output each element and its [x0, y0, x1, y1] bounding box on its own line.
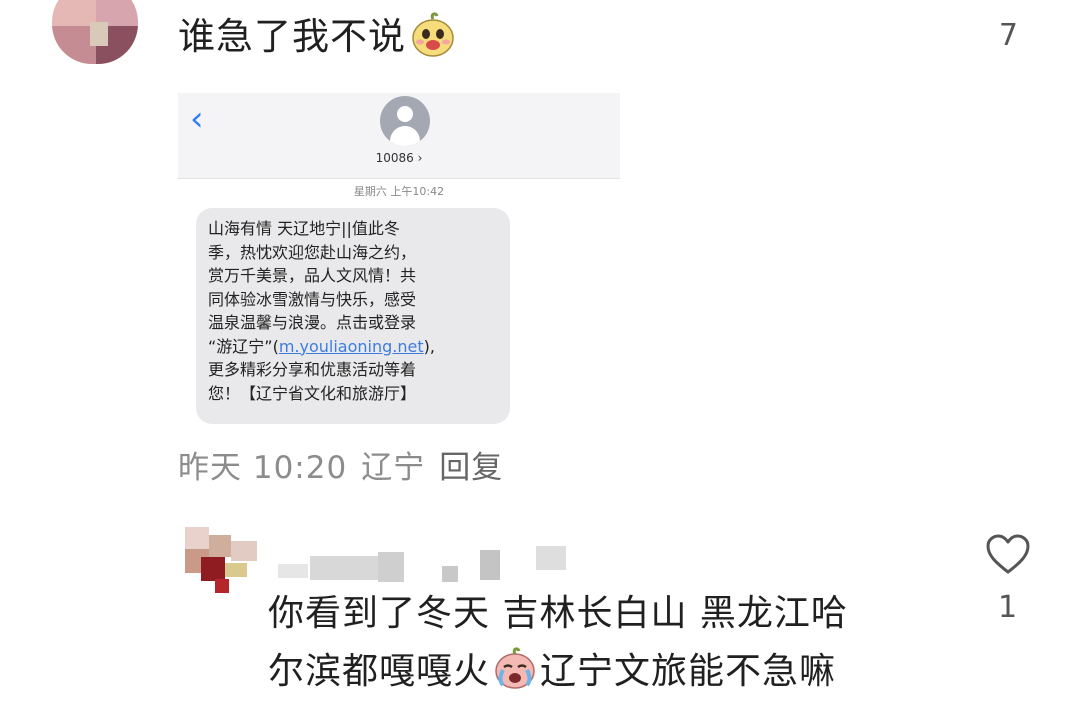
- comment-like-count: 7: [998, 18, 1018, 53]
- sms-message-bubble: 山海有情 天辽地宁||值此冬 季，热忱欢迎您赴山海之约， 赏万千美景，品人文风情…: [196, 208, 510, 424]
- sms-header: ‹ 10086 ›: [178, 93, 620, 179]
- sms-contact-name: 10086 ›: [375, 151, 423, 165]
- reply-button[interactable]: 回复: [439, 450, 503, 486]
- reply-text: 你看到了冬天 吉林长白山 黑龙江哈 尔滨都嘎嘎火 辽宁文旅能不急嘛: [268, 585, 848, 709]
- sms-link-suffix: ),: [423, 336, 435, 356]
- reply-text-before-emoji: 尔滨都嘎嘎火: [268, 651, 491, 692]
- sms-body-line-link: “游辽宁”(m.youliaoning.net),: [208, 335, 498, 359]
- grinning-pear-sticker-icon: [410, 10, 456, 73]
- reply-text-after-emoji: 辽宁文旅能不急嘛: [540, 651, 837, 692]
- sms-body-line: 季，热忱欢迎您赴山海之约，: [208, 242, 417, 262]
- sms-screenshot[interactable]: ‹ 10086 › 星期六 上午10:42 山海有情 天辽地宁||值此冬 季，热…: [178, 93, 620, 433]
- sms-body-line: 同体验冰雪激情与快乐，感受: [208, 289, 417, 309]
- chevron-left-icon: ‹: [190, 99, 204, 139]
- reply-avatar[interactable]: [185, 527, 259, 595]
- commenter-avatar[interactable]: [52, 0, 138, 64]
- comment-meta: 昨天 10:20 辽宁 回复: [178, 442, 517, 487]
- sms-body-line: 您！【辽宁省文化和旅游厅】: [208, 383, 417, 403]
- reply-text-line: 你看到了冬天 吉林长白山 黑龙江哈: [268, 593, 848, 634]
- sms-link: m.youliaoning.net: [278, 336, 424, 356]
- comment-location: 辽宁: [361, 450, 426, 486]
- sms-link-prefix: “游辽宁”(: [208, 336, 279, 356]
- heart-outline-icon[interactable]: [985, 533, 1031, 575]
- sms-body-line: 更多精彩分享和优惠活动等着: [208, 360, 417, 379]
- contact-avatar-icon: [380, 96, 430, 146]
- comment-time: 昨天 10:20: [178, 450, 348, 486]
- reply-username-blurred[interactable]: [270, 546, 590, 586]
- reply-like-count: 1: [998, 590, 1018, 625]
- reply-text-line: 尔滨都嘎嘎火 辽宁文旅能不急嘛: [268, 643, 848, 709]
- sms-body-line: 赏万千美景，品人文风情！共: [208, 266, 417, 285]
- comment-text-label: 谁急了我不说: [178, 15, 406, 58]
- crying-pear-sticker-icon: [492, 645, 538, 709]
- sms-body-line: 温泉温馨与浪漫。点击或登录: [208, 313, 417, 332]
- comment-text: 谁急了我不说: [178, 10, 456, 73]
- sms-body-line: 山海有情 天辽地宁||值此冬: [208, 219, 400, 238]
- sms-timestamp: 星期六 上午10:42: [353, 185, 445, 198]
